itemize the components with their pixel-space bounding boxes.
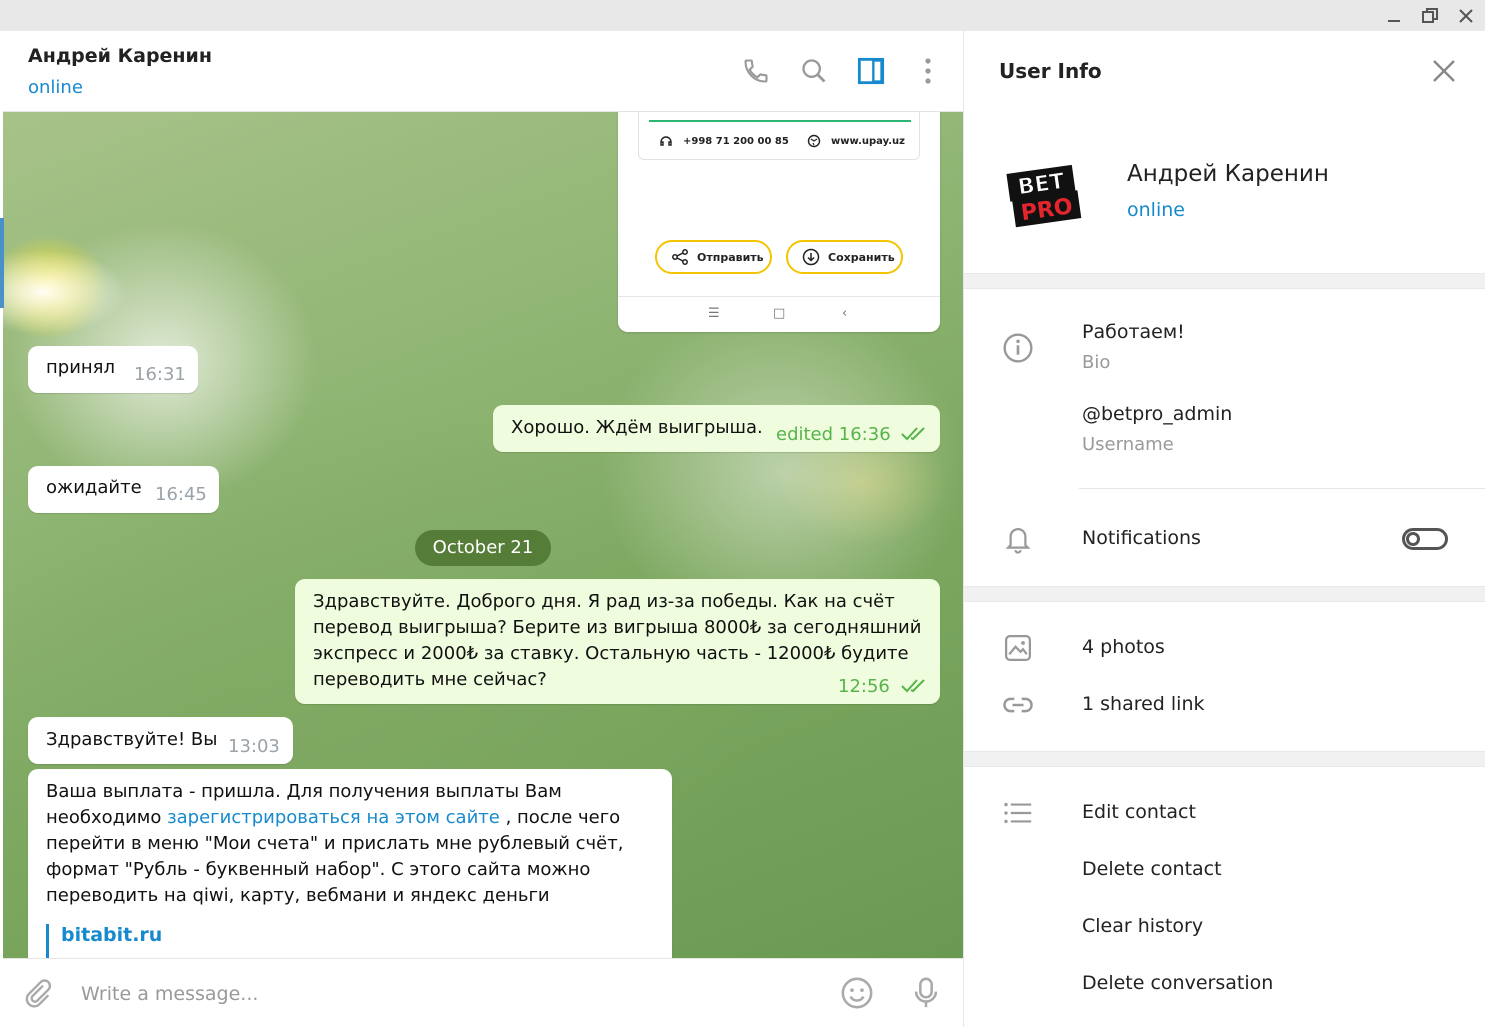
user-info-panel: User Info BET PRO Андрей Каренин online … bbox=[963, 31, 1485, 1027]
message-incoming[interactable]: ожидайте 16:45 bbox=[28, 466, 219, 513]
chat-title[interactable]: Андрей Каренин bbox=[28, 45, 212, 67]
bell-icon bbox=[1001, 522, 1035, 556]
window-close-icon[interactable] bbox=[1454, 4, 1478, 28]
message-text: Ваша выплата - пришла. Для получения вып… bbox=[46, 779, 646, 909]
card-send-button: Отправить bbox=[655, 240, 772, 274]
sidebar-toggle-icon[interactable] bbox=[856, 56, 886, 86]
section-separator bbox=[964, 586, 1485, 602]
message-text: Здравствуйте! Вы bbox=[46, 729, 218, 750]
bio-text: Работаем! bbox=[1082, 321, 1185, 343]
message-text: принял bbox=[46, 357, 115, 378]
message-time: 13:03 bbox=[228, 736, 280, 757]
photo-message[interactable]: +998 71 200 00 85 www.upay.uz Отправить … bbox=[618, 112, 940, 332]
message-input[interactable] bbox=[81, 979, 781, 1009]
delete-conversation-button[interactable]: Delete conversation bbox=[1082, 972, 1273, 994]
microphone-icon[interactable] bbox=[908, 975, 944, 1011]
attach-paperclip-icon[interactable] bbox=[19, 975, 55, 1011]
photo-icon bbox=[1001, 631, 1035, 665]
section-separator bbox=[964, 273, 1485, 289]
date-divider: October 21 bbox=[415, 530, 551, 566]
phone-icon[interactable] bbox=[741, 56, 771, 86]
chat-status: online bbox=[28, 77, 83, 98]
link-preview-site[interactable]: bitabit.ru bbox=[61, 922, 162, 948]
message-text: Здравствуйте. Доброго дня. Я рад из-за п… bbox=[313, 591, 922, 690]
card-save-button: Сохранить bbox=[786, 240, 903, 274]
info-icon bbox=[1001, 331, 1035, 365]
double-check-icon bbox=[901, 427, 925, 441]
card-contact-block: +998 71 200 00 85 www.upay.uz bbox=[638, 112, 920, 160]
notifications-label: Notifications bbox=[1082, 527, 1201, 549]
home-square-icon: □ bbox=[773, 306, 786, 321]
headset-icon bbox=[660, 136, 672, 146]
profile-name: Андрей Каренин bbox=[1127, 161, 1329, 187]
message-outgoing[interactable]: Здравствуйте. Доброго дня. Я рад из-за п… bbox=[295, 579, 940, 704]
bio-label: Bio bbox=[1082, 352, 1111, 373]
message-time: 16:31 bbox=[134, 364, 186, 385]
card-nav-divider bbox=[618, 296, 940, 297]
list-icon bbox=[1001, 796, 1035, 830]
clear-history-button[interactable]: Clear history bbox=[1082, 915, 1203, 937]
message-outgoing[interactable]: Хорошо. Ждём выигрыша. edited 16:36 bbox=[493, 405, 940, 452]
link-icon bbox=[1001, 688, 1035, 722]
card-save-label: Сохранить bbox=[828, 250, 895, 264]
photos-count[interactable]: 4 photos bbox=[1082, 636, 1165, 658]
username-label: Username bbox=[1082, 434, 1174, 455]
row-divider bbox=[1079, 488, 1485, 489]
more-vertical-icon[interactable] bbox=[913, 56, 943, 86]
message-text: Хорошо. Ждём выигрыша. bbox=[511, 417, 763, 438]
avatar[interactable]: BET PRO bbox=[1002, 155, 1086, 239]
delete-contact-button[interactable]: Delete contact bbox=[1082, 858, 1222, 880]
card-send-label: Отправить bbox=[697, 250, 764, 264]
link-preview-bar bbox=[46, 924, 49, 958]
message-incoming[interactable]: принял 16:31 bbox=[28, 346, 198, 393]
close-icon[interactable] bbox=[1430, 57, 1458, 85]
message-time: 16:45 bbox=[155, 484, 207, 505]
section-separator bbox=[964, 751, 1485, 767]
shared-links-count[interactable]: 1 shared link bbox=[1082, 693, 1205, 715]
left-accent-bar bbox=[0, 218, 4, 308]
menu-lines-icon: ☰ bbox=[708, 306, 720, 321]
card-phone: +998 71 200 00 85 bbox=[683, 136, 789, 147]
share-icon bbox=[672, 249, 688, 265]
download-icon bbox=[802, 248, 820, 266]
message-time: 12:56 bbox=[838, 676, 890, 697]
minimize-icon[interactable] bbox=[1382, 4, 1406, 28]
restore-icon[interactable] bbox=[1418, 4, 1442, 28]
message-incoming[interactable]: Ваша выплата - пришла. Для получения вып… bbox=[28, 769, 672, 969]
message-incoming[interactable]: Здравствуйте! Вы 13:03 bbox=[28, 717, 293, 764]
register-link[interactable]: зарегистрироваться на этом сайте bbox=[167, 807, 500, 828]
chat-header: Андрей Каренин online bbox=[3, 31, 963, 112]
double-check-icon bbox=[901, 679, 925, 693]
edit-contact-button[interactable]: Edit contact bbox=[1082, 801, 1196, 823]
panel-title: User Info bbox=[999, 59, 1102, 83]
username-text[interactable]: @betpro_admin bbox=[1082, 403, 1232, 425]
back-chevron-icon: ‹ bbox=[842, 306, 848, 321]
message-time: edited 16:36 bbox=[776, 424, 891, 445]
message-input-bar bbox=[3, 958, 963, 1027]
search-icon[interactable] bbox=[799, 56, 829, 86]
toggle-knob bbox=[1406, 532, 1420, 546]
window-titlebar bbox=[0, 0, 1485, 31]
notifications-toggle[interactable] bbox=[1402, 528, 1448, 550]
profile-status: online bbox=[1127, 199, 1185, 221]
message-text: ожидайте bbox=[46, 477, 142, 498]
globe-icon bbox=[807, 134, 821, 148]
emoji-smile-icon[interactable] bbox=[839, 975, 875, 1011]
card-green-line bbox=[649, 120, 911, 122]
card-site: www.upay.uz bbox=[831, 136, 905, 147]
